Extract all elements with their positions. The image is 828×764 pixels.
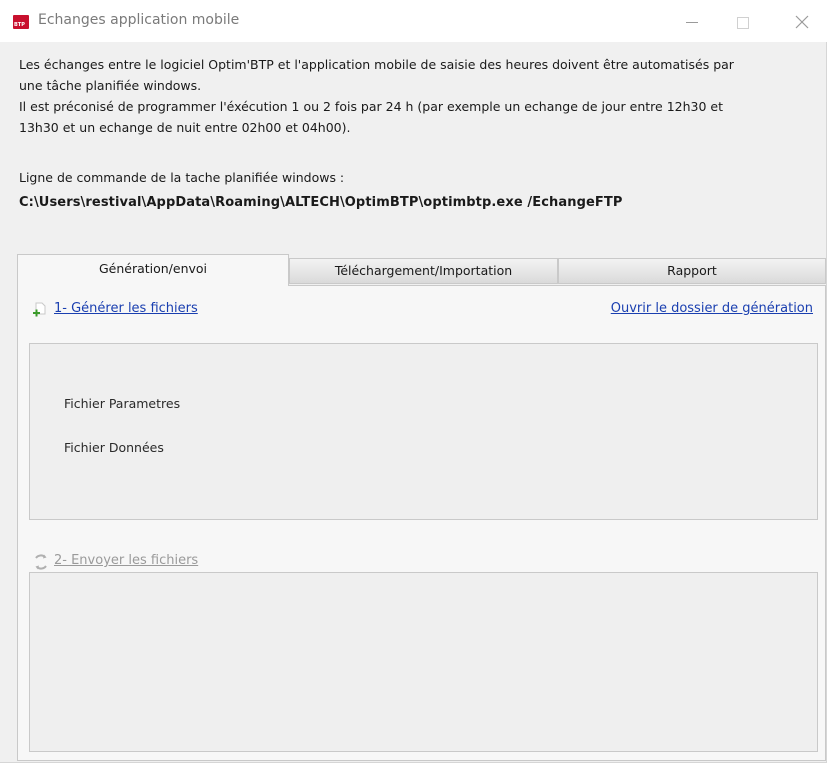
maximize-button — [722, 8, 762, 36]
dialog-content: Les échanges entre le logiciel Optim'BTP… — [0, 42, 827, 762]
generated-files-box: Fichier Parametres Fichier Données — [29, 343, 818, 520]
description-line: Les échanges entre le logiciel Optim'BTP… — [19, 57, 734, 72]
tab-telechargement-importation[interactable]: Téléchargement/Importation — [289, 258, 558, 284]
description-line: 13h30 et un echange de nuit entre 02h00 … — [19, 120, 351, 135]
app-icon: BTP — [13, 15, 29, 29]
title-bar[interactable]: BTP Echanges application mobile — [0, 0, 827, 42]
send-refresh-icon — [35, 554, 47, 570]
send-log-box — [29, 572, 818, 752]
app-icon-text: BTP — [14, 22, 25, 28]
description-text: Les échanges entre le logiciel Optim'BTP… — [19, 54, 809, 138]
tab-generation-envoi[interactable]: Génération/envoi — [17, 254, 289, 286]
maximize-icon — [737, 17, 749, 29]
tab-bar: Génération/envoi Téléchargement/Importat… — [17, 254, 826, 286]
tab-panel-generation: 1- Générer les fichiers Ouvrir le dossie… — [17, 285, 826, 761]
minimize-button[interactable] — [672, 8, 712, 36]
close-button[interactable] — [782, 8, 822, 36]
description-line: Il est préconisé de programmer l'éxécuti… — [19, 99, 723, 114]
send-files-link[interactable]: 2- Envoyer les fichiers — [54, 553, 198, 568]
command-line: C:\Users\restival\AppData\Roaming\ALTECH… — [19, 195, 623, 210]
generate-files-link[interactable]: 1- Générer les fichiers — [54, 301, 198, 316]
description-line: une tâche planifiée windows. — [19, 78, 202, 93]
window-title: Echanges application mobile — [38, 12, 240, 28]
close-icon — [795, 15, 809, 29]
command-label: Ligne de commande de la tache planifiée … — [19, 170, 345, 185]
minimize-icon — [686, 22, 698, 23]
dialog-window: BTP Echanges application mobile Les écha… — [0, 0, 827, 763]
open-generation-folder-link[interactable]: Ouvrir le dossier de génération — [611, 301, 813, 316]
new-file-plus-icon — [33, 302, 46, 317]
tab-rapport[interactable]: Rapport — [558, 258, 826, 284]
file-params-label: Fichier Parametres — [64, 396, 181, 411]
file-data-label: Fichier Données — [64, 440, 164, 455]
